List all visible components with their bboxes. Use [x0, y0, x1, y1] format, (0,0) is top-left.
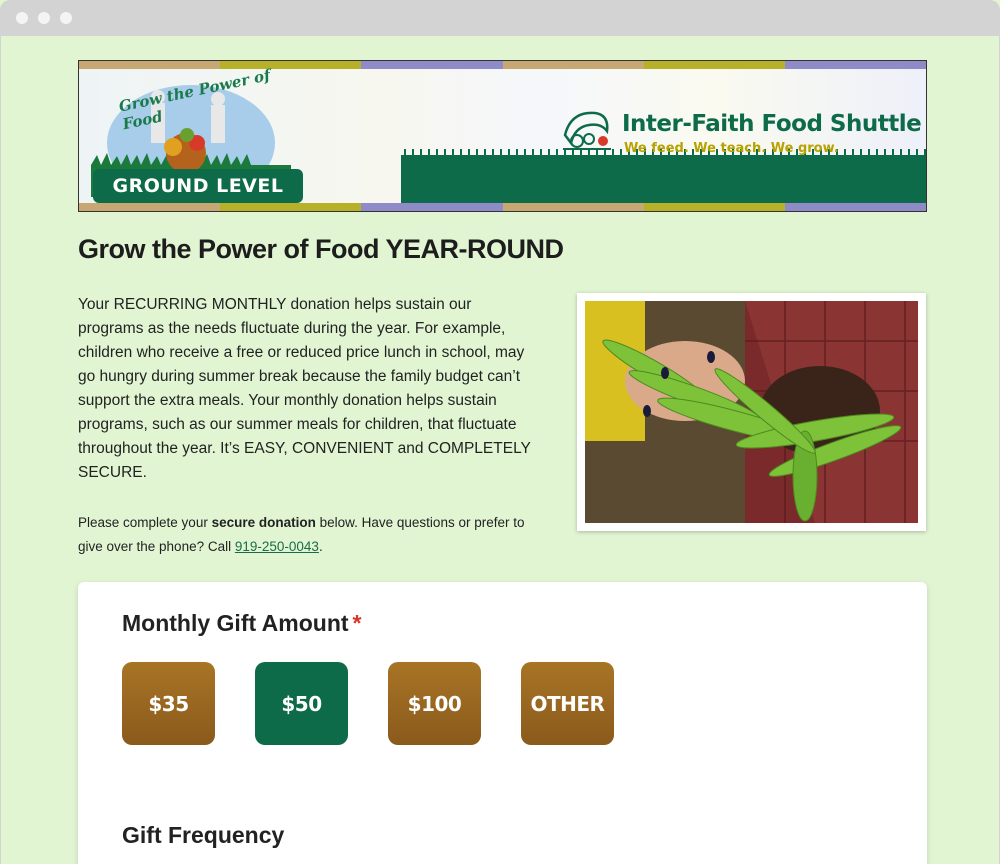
phone-link[interactable]: 919-250-0043 [235, 539, 319, 554]
amount-option-other[interactable]: OTHER [521, 662, 614, 745]
photo-frame [577, 293, 926, 531]
window-dot-icon [16, 12, 28, 24]
window-dot-icon [38, 12, 50, 24]
amount-option-100[interactable]: $100 [388, 662, 481, 745]
donation-form-card: Monthly Gift Amount * $35 $50 $100 OTHER … [78, 582, 927, 864]
amount-label-text: Monthly Gift Amount [122, 610, 349, 636]
amount-option-35[interactable]: $35 [122, 662, 215, 745]
frequency-label: Gift Frequency [122, 822, 285, 848]
note-prefix: Please complete your [78, 515, 212, 530]
secure-donation-note: Please complete your secure donation bel… [78, 511, 548, 559]
amount-option-50[interactable]: $50 [255, 662, 348, 745]
note-suffix: . [318, 539, 323, 554]
amount-label: Monthly Gift Amount * [122, 610, 362, 637]
grass-strip [401, 155, 926, 203]
banner-stripes-top [79, 61, 926, 69]
logo-title: GROUND LEVEL GIVING [93, 169, 303, 211]
page-title: Grow the Power of Food YEAR-ROUND [78, 234, 564, 264]
org-tagline: We feed. We teach. We grow. [624, 141, 839, 156]
header-banner: Grow the Power of Food GROUND LEVEL GIVI… [78, 60, 927, 212]
browser-chrome [0, 0, 1000, 36]
snap-peas-photo [585, 301, 918, 523]
cornucopia-icon [563, 111, 611, 150]
org-name: Inter-Faith Food Shuttle [622, 111, 922, 137]
note-bold: secure donation [211, 515, 316, 530]
required-mark: * [352, 610, 362, 636]
window-dot-icon [60, 12, 72, 24]
page-content: Grow the Power of Food GROUND LEVEL GIVI… [0, 36, 1000, 864]
intro-paragraph: Your RECURRING MONTHLY donation helps su… [78, 296, 531, 481]
